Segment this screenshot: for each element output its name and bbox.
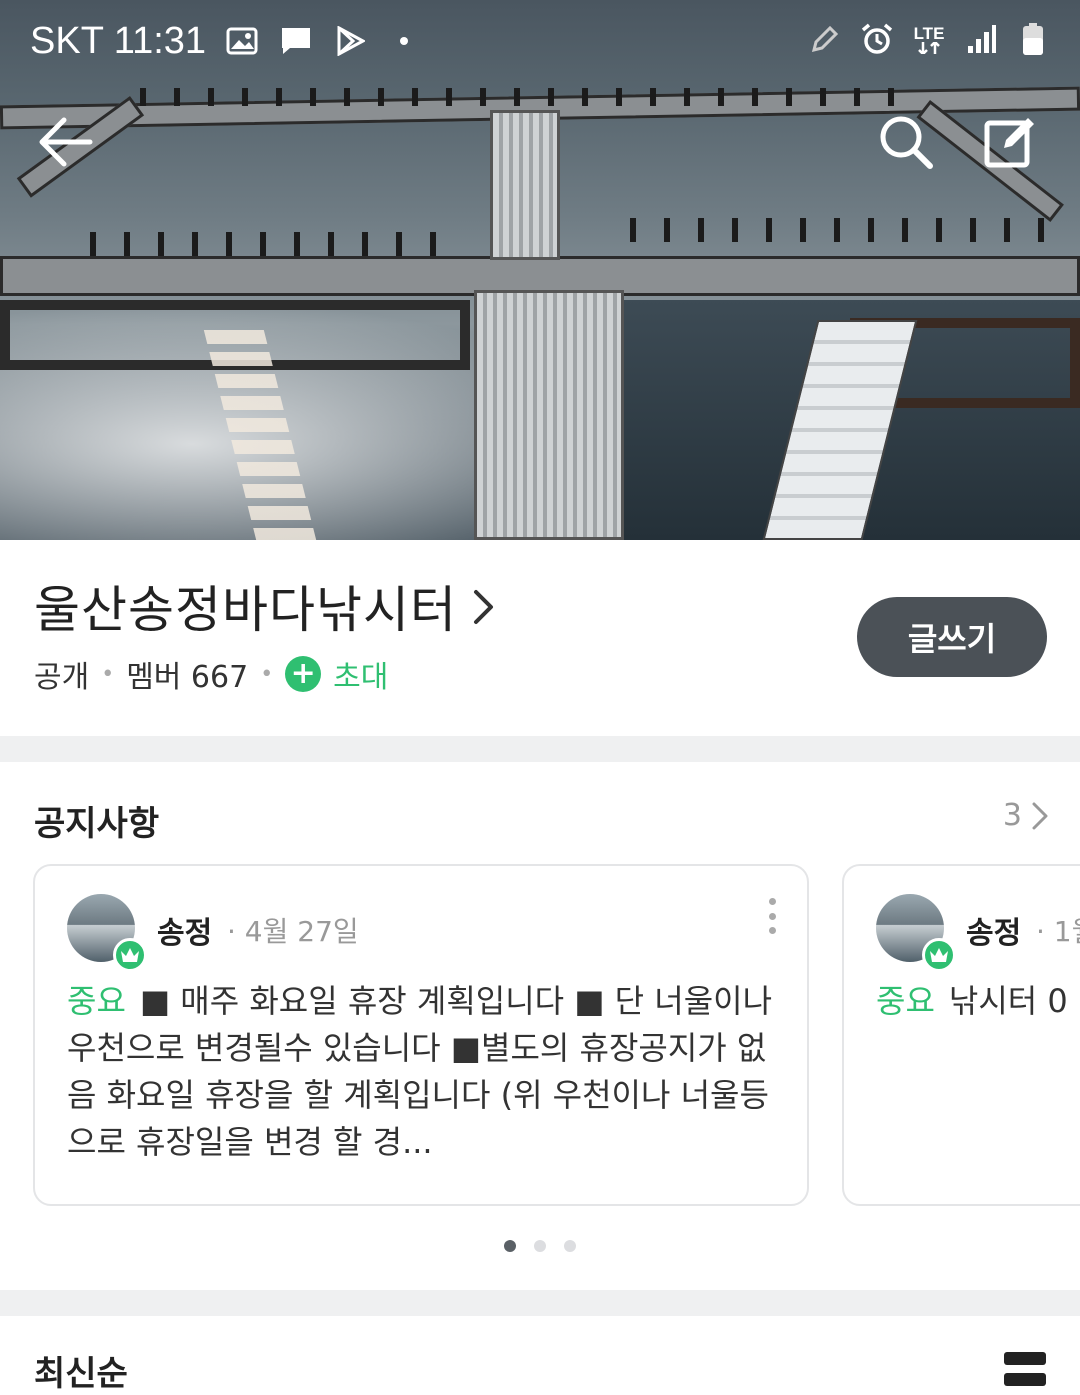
notice-body: 중요 낚시터 0 [876, 978, 1070, 1025]
meta-separator: • [101, 661, 115, 687]
pager-dot[interactable] [504, 1240, 516, 1252]
search-button[interactable] [876, 112, 936, 172]
important-tag: 중요 [67, 982, 126, 1020]
signal-icon [964, 24, 998, 54]
arrow-left-icon [39, 117, 93, 167]
more-options-icon[interactable] [767, 898, 777, 934]
alarm-icon [860, 23, 894, 54]
pager-dot[interactable] [534, 1240, 546, 1252]
edit-band-button[interactable] [980, 112, 1040, 172]
post-date: · 4월 27일 [227, 915, 359, 948]
crown-icon [922, 938, 956, 972]
walkway-upper [490, 110, 560, 260]
notices-title: 공지사항 [34, 804, 160, 844]
gallery-notification-icon [225, 26, 259, 56]
section-divider [0, 736, 1080, 762]
chevron-right-icon [1032, 802, 1048, 829]
list-view-toggle-icon[interactable] [1004, 1352, 1046, 1386]
band-title-row[interactable]: 울산송정바다낚시터 [34, 570, 495, 642]
search-icon [880, 116, 933, 169]
pen-icon [808, 24, 842, 54]
invite-button[interactable]: 초대 [333, 652, 388, 696]
message-notification-icon [279, 26, 313, 56]
notice-body: 중요 ■ 매주 화요일 휴장 계획입니다 ■ 단 너울이나 우천으로 변경될수 있… [67, 978, 777, 1166]
status-carrier-time: SKT 11:31 [30, 20, 207, 62]
band-meta: 공개 • 멤버 667 • + 초대 [34, 652, 388, 696]
pager-dot[interactable] [564, 1240, 576, 1252]
chevron-right-icon [473, 589, 495, 629]
walkway-lower [474, 290, 624, 540]
lte-label: LTE [913, 23, 945, 43]
status-bar: SKT 11:31 LTE [0, 0, 1080, 86]
member-count[interactable]: 멤버 667 [126, 652, 248, 696]
section-divider [0, 1290, 1080, 1316]
back-button[interactable] [36, 112, 96, 172]
edit-icon [984, 118, 1034, 168]
plus-circle-icon[interactable]: + [285, 656, 322, 692]
visibility-label: 공개 [34, 660, 90, 695]
post-date: · 1월 [1036, 915, 1080, 948]
anglers-right [630, 218, 1050, 242]
play-store-icon [333, 26, 367, 56]
notices-more-link[interactable]: 3 [1003, 798, 1048, 833]
notice-text: ■ 매주 화요일 휴장 계획입니다 ■ 단 너울이나 우천으로 변경될수 있습니… [67, 982, 773, 1161]
notice-card[interactable]: 송정 · 1월 중요 낚시터 0 [842, 864, 1080, 1206]
author-name: 송정 [966, 916, 1022, 951]
anglers-left [90, 232, 450, 256]
notices-count: 3 [1002, 798, 1022, 833]
notice-text: 낚시터 0 [948, 982, 1068, 1020]
battery-icon [1016, 23, 1050, 55]
notice-card[interactable]: 송정 · 4월 27일 중요 ■ 매주 화요일 휴장 계획입니다 ■ 단 너울이나… [33, 864, 809, 1206]
write-post-button[interactable]: 글쓰기 [857, 597, 1047, 677]
crown-icon [113, 938, 147, 972]
important-tag: 중요 [876, 982, 935, 1020]
anglers-top [140, 88, 920, 106]
cover-image: SKT 11:31 LTE [0, 0, 1080, 540]
band-name: 울산송정바다낚시터 [34, 581, 457, 639]
meta-separator: • [260, 661, 274, 687]
lte-icon: LTE [912, 24, 946, 54]
more-notifications-dot-icon [387, 26, 421, 56]
notice-pager [0, 1240, 1080, 1252]
author-name: 송정 [157, 916, 213, 951]
